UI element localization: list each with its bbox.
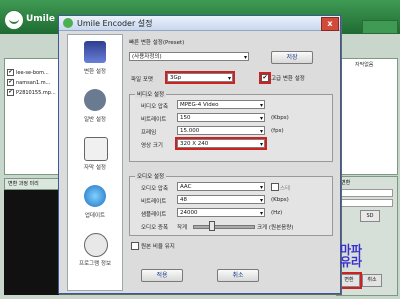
audio-codec-select[interactable]: AAC: [177, 182, 265, 192]
watermark-line2: 유라: [340, 255, 363, 269]
close-button[interactable]: x: [321, 17, 339, 31]
audio-codec-label: 오디오 압축: [141, 186, 169, 192]
framerate-unit: (fps): [271, 128, 284, 134]
video-codec-select[interactable]: MPEG-4 Video: [177, 100, 265, 110]
samplerate-unit: (Hz): [271, 210, 283, 216]
framerate-label: 프레임: [141, 130, 157, 136]
convert-button[interactable]: 변환: [336, 272, 362, 289]
save-preset-button[interactable]: 저장: [271, 51, 313, 64]
dialog-title: Umile Encoder 설정: [77, 19, 153, 28]
progress-bar: [341, 189, 393, 197]
subtitle-column: [338, 58, 398, 175]
watermark-text: 마파 유라: [340, 244, 362, 268]
volume-slider-track[interactable]: [193, 225, 255, 229]
quality-chip[interactable]: SD: [360, 210, 380, 222]
volume-slider-thumb[interactable]: [209, 221, 215, 231]
volume-low-label: 작게: [177, 225, 188, 231]
subtitle-column-header: 자막없음: [355, 62, 374, 68]
volume-label: 오디오 증폭: [141, 225, 169, 231]
volume-high-label: 크게 (원본음량): [257, 225, 294, 231]
video-size-label: 영상 크기: [141, 143, 163, 149]
file-item[interactable]: ✔ P2810155.mp...: [7, 89, 65, 97]
stereo-checkbox[interactable]: [271, 183, 279, 191]
app-top-tab[interactable]: [362, 20, 398, 34]
progress-bar: [341, 199, 393, 207]
nav-subtitle-settings[interactable]: 자막 설정: [68, 133, 122, 179]
video-codec-label: 비디오 압축: [141, 104, 169, 110]
audio-bitrate-select[interactable]: 48: [177, 195, 265, 205]
samplerate-label: 샘플레이트: [141, 212, 167, 218]
file-checkbox[interactable]: ✔: [7, 79, 14, 86]
stereo-label: 스테: [280, 186, 291, 192]
audio-bitrate-unit: (Kbps): [271, 197, 289, 203]
app-icon: [63, 18, 73, 28]
file-format-label: 파일 포맷: [131, 77, 153, 83]
app-name: Umile: [26, 14, 55, 24]
settings-nav: 변환 설정 일반 설정 자막 설정 업데이트 프로그램 정보: [67, 34, 123, 291]
video-bitrate-unit: (Kbps): [271, 115, 289, 121]
cancel-button[interactable]: 취소: [217, 269, 259, 282]
stop-button[interactable]: 취소: [362, 274, 382, 287]
info-icon: [84, 233, 108, 257]
nav-update[interactable]: 업데이트: [68, 181, 122, 227]
advanced-label: 고급 변환 설정: [271, 76, 305, 82]
file-format-select[interactable]: 3Gp: [165, 71, 235, 84]
nav-general-settings[interactable]: 일반 설정: [68, 85, 122, 131]
settings-dialog: Umile Encoder 설정 x 변환 설정 일반 설정 자막 설정 업데이…: [58, 15, 341, 294]
apply-button[interactable]: 적용: [141, 269, 183, 282]
video-bitrate-select[interactable]: 150: [177, 113, 265, 123]
right-panel-label: 변환: [341, 180, 351, 186]
preset-label: 빠른 변환 설정(Preset): [129, 40, 185, 46]
smiley-logo-icon: [4, 10, 24, 30]
file-item[interactable]: ✔ lee-se-bom...: [7, 69, 65, 77]
dialog-title-bar[interactable]: Umile Encoder 설정 x: [59, 16, 340, 31]
preset-select[interactable]: (사용자정의): [129, 52, 249, 62]
update-icon: [84, 185, 106, 207]
framerate-select[interactable]: 15.000: [177, 126, 265, 136]
keep-aspect-checkbox[interactable]: [131, 242, 139, 250]
preview-area: [4, 190, 66, 295]
nav-program-info[interactable]: 프로그램 정보: [68, 229, 122, 275]
nav-convert-settings[interactable]: 변환 설정: [68, 37, 122, 83]
advanced-checkbox[interactable]: ✔: [259, 72, 271, 84]
subtitle-icon: [84, 137, 108, 161]
video-group-label: 비디오 설정: [135, 90, 167, 98]
video-size-select[interactable]: 320 X 240: [175, 137, 267, 150]
file-checkbox[interactable]: ✔: [7, 89, 14, 96]
keep-aspect-label: 원본 비율 유지: [141, 244, 175, 250]
film-icon: [84, 41, 106, 63]
file-checkbox[interactable]: ✔: [7, 69, 14, 76]
audio-group-label: 오디오 설정: [135, 172, 167, 180]
samplerate-select[interactable]: 24000: [177, 208, 265, 218]
file-item[interactable]: ✔ namsan1.m...: [7, 79, 65, 87]
audio-bitrate-label: 비트레이트: [141, 199, 167, 205]
settings-icon: [84, 89, 106, 111]
video-bitrate-label: 비트레이트: [141, 117, 167, 123]
